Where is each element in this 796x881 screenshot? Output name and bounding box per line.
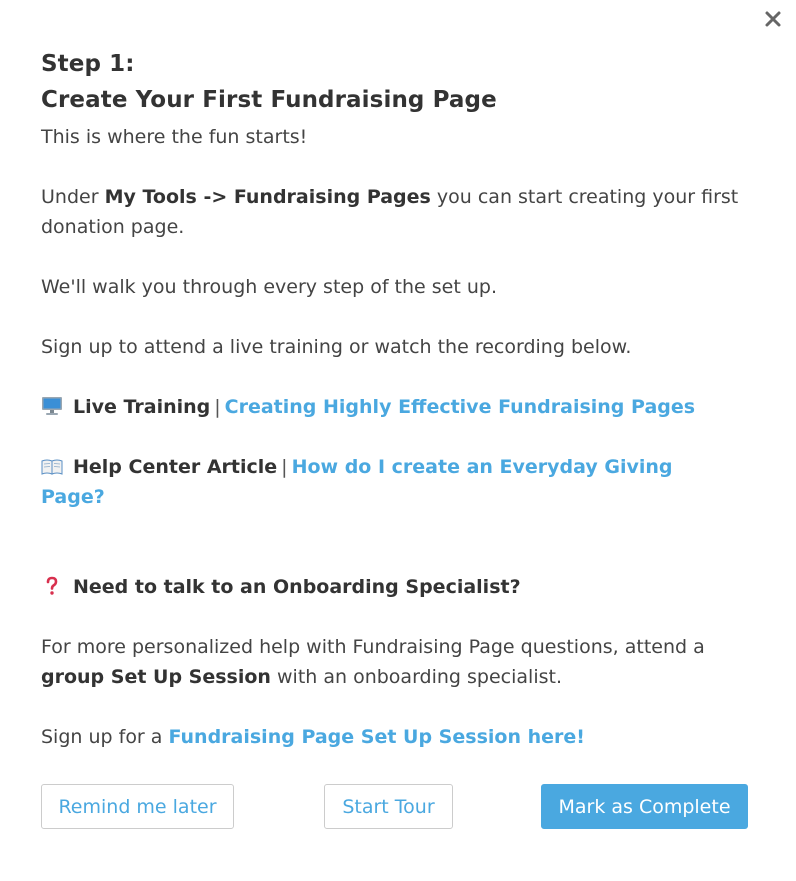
specialist-heading-row: Need to talk to an Onboarding Specialist… bbox=[41, 572, 741, 602]
open-book-icon bbox=[41, 458, 63, 476]
specialist-heading: Need to talk to an Onboarding Specialist… bbox=[73, 576, 521, 598]
step-title: Step 1: Create Your First Fundraising Pa… bbox=[41, 46, 741, 118]
tools-path: My Tools -> Fundraising Pages bbox=[104, 186, 431, 208]
mark-complete-button[interactable]: Mark as Complete bbox=[541, 784, 748, 829]
session-signup-row: Sign up for a Fundraising Page Set Up Se… bbox=[41, 726, 585, 748]
walkthrough-text: We'll walk you through every step of the… bbox=[41, 276, 497, 298]
onboarding-modal: Step 1: Create Your First Fundraising Pa… bbox=[0, 0, 796, 881]
live-training-label: Live Training bbox=[73, 396, 211, 418]
step-number: Step 1: bbox=[41, 51, 135, 77]
session-name: group Set Up Session bbox=[41, 666, 271, 688]
help-article-row: Help Center Article | How do I create an E… bbox=[41, 456, 673, 508]
computer-icon bbox=[41, 396, 63, 416]
live-training-row: Live Training | Creating Highly Effective … bbox=[41, 392, 741, 422]
personalized-help-text: For more personalized help with Fundrais… bbox=[41, 636, 705, 688]
modal-content: Step 1: Create Your First Fundraising Pa… bbox=[41, 46, 741, 752]
tools-instruction: Under My Tools -> Fundraising Pages you … bbox=[41, 186, 739, 238]
modal-footer: Remind me later Start Tour Mark as Compl… bbox=[41, 784, 748, 829]
remind-later-button[interactable]: Remind me later bbox=[41, 784, 234, 829]
live-training-link[interactable]: Creating Highly Effective Fundraising Pa… bbox=[225, 396, 695, 418]
start-tour-button[interactable]: Start Tour bbox=[324, 784, 453, 829]
close-icon bbox=[765, 11, 781, 27]
step-heading: Create Your First Fundraising Page bbox=[41, 87, 497, 113]
session-signup-link[interactable]: Fundraising Page Set Up Session here! bbox=[168, 726, 584, 748]
question-mark-icon bbox=[41, 576, 63, 596]
training-text: Sign up to attend a live training or wat… bbox=[41, 336, 632, 358]
close-button[interactable] bbox=[762, 8, 784, 30]
help-article-label: Help Center Article bbox=[73, 456, 278, 478]
intro-text: This is where the fun starts! bbox=[41, 126, 308, 148]
